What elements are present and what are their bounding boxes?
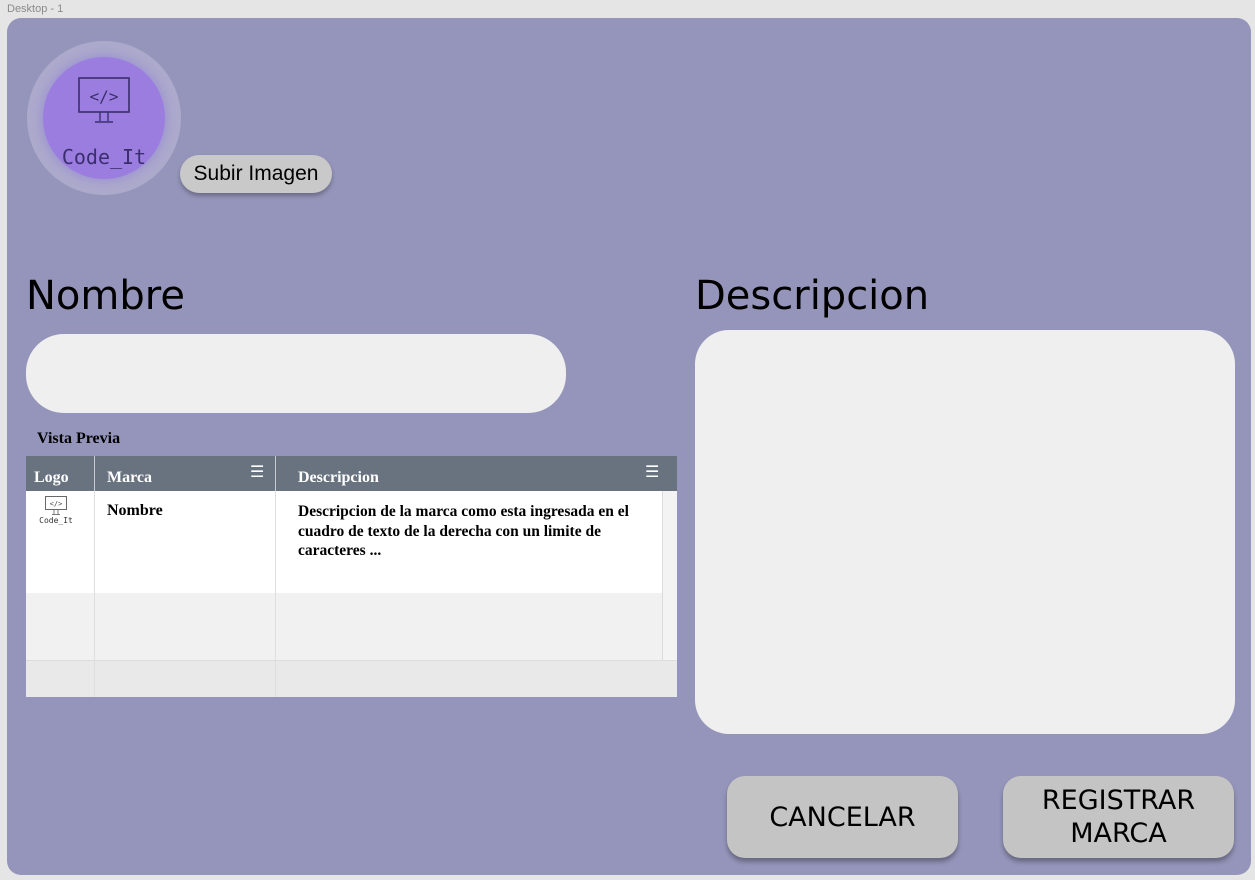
table-row-empty xyxy=(26,593,662,660)
column-header-descripcion[interactable]: Descripcion xyxy=(276,456,677,491)
monitor-code-icon: </> xyxy=(45,496,67,515)
logo-text: Code_It xyxy=(61,145,147,169)
column-divider xyxy=(275,491,276,697)
frame-label: Desktop - 1 xyxy=(7,3,64,15)
cell-descripcion: Descripcion de la marca como esta ingres… xyxy=(298,503,629,559)
table-footer-row xyxy=(26,660,677,697)
name-input[interactable] xyxy=(26,334,566,413)
column-menu-icon[interactable]: ☰ xyxy=(645,464,659,480)
description-heading: Descripcion xyxy=(695,273,930,319)
column-menu-icon[interactable]: ☰ xyxy=(250,464,264,480)
main-canvas: </> Code_It Subir Imagen Nombre Descripc… xyxy=(7,18,1251,875)
grid-scrollbar[interactable] xyxy=(662,491,677,660)
logo-avatar[interactable]: </> Code_It xyxy=(27,41,181,195)
upload-image-button[interactable]: Subir Imagen xyxy=(180,155,332,193)
register-brand-button[interactable]: REGISTRAR MARCA xyxy=(1003,776,1234,858)
logo-badge: </> Code_It xyxy=(43,57,165,179)
name-heading: Nombre xyxy=(26,273,185,319)
cancel-button[interactable]: CANCELAR xyxy=(727,776,958,858)
row-logo-text: Code_It xyxy=(39,516,73,525)
column-divider xyxy=(94,491,95,697)
description-input[interactable] xyxy=(695,330,1235,734)
monitor-code-icon: </> xyxy=(78,77,130,123)
svg-text:</>: </> xyxy=(50,500,63,508)
cell-marca: Nombre xyxy=(107,502,163,519)
column-header-logo[interactable]: Logo xyxy=(26,456,94,491)
column-header-marca[interactable]: Marca xyxy=(95,456,275,491)
svg-text:</>: </> xyxy=(90,87,119,106)
grid-header: Logo Marca ☰ Descripcion ☰ xyxy=(26,456,677,491)
preview-label: Vista Previa xyxy=(37,430,121,447)
preview-grid: Logo Marca ☰ Descripcion ☰ </> Code_It N… xyxy=(26,456,677,697)
row-logo-thumbnail: </> Code_It xyxy=(32,496,80,525)
